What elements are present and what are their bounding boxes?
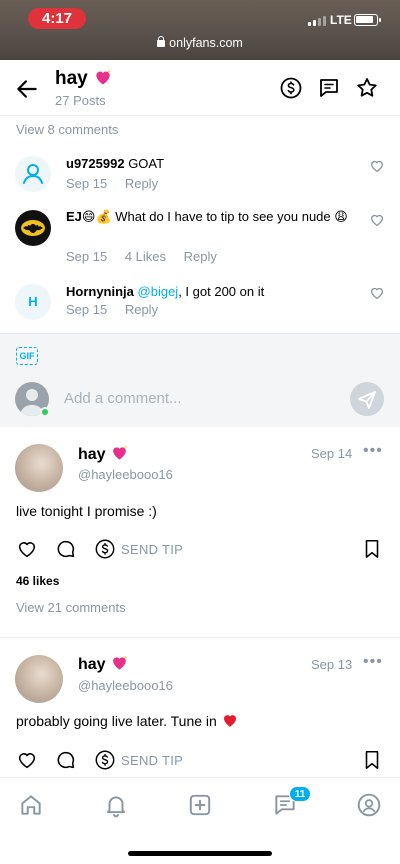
avatar[interactable]: H xyxy=(15,284,51,320)
home-icon[interactable] xyxy=(18,792,44,818)
profile-icon[interactable] xyxy=(356,792,382,818)
post-author[interactable]: hay xyxy=(78,653,129,674)
online-indicator xyxy=(40,407,50,417)
batman-avatar-icon xyxy=(21,220,45,236)
send-tip-label: SEND TIP xyxy=(121,542,184,557)
like-heart-icon[interactable] xyxy=(369,212,385,228)
post-text: live tonight I promise :) xyxy=(16,503,157,519)
like-heart-icon[interactable] xyxy=(16,749,38,771)
comment-author[interactable]: Hornyninja xyxy=(66,284,134,299)
comment-meta: Sep 15 4 Likes Reply xyxy=(66,249,231,264)
reply-link[interactable]: Reply xyxy=(125,176,158,191)
like-heart-icon[interactable] xyxy=(16,538,38,560)
reply-link[interactable]: Reply xyxy=(125,302,158,317)
status-time: 4:17 xyxy=(28,8,86,29)
send-tip-button[interactable]: SEND TIP xyxy=(94,749,183,771)
network-type: LTE xyxy=(330,13,352,27)
comment-author[interactable]: u9725992 xyxy=(66,156,125,171)
comment-bubble-icon[interactable] xyxy=(55,538,77,560)
profile-name[interactable]: hay xyxy=(55,67,113,90)
profile-name-text: hay xyxy=(55,68,88,89)
star-icon[interactable] xyxy=(355,76,379,100)
lock-icon xyxy=(157,36,166,47)
comment-date: Sep 15 xyxy=(66,176,108,191)
comment-body: , I got 200 on it xyxy=(178,284,265,299)
sparkling-heart-icon xyxy=(113,655,127,670)
post-author-name: hay xyxy=(78,446,106,463)
dollar-icon xyxy=(95,539,115,559)
post-avatar[interactable] xyxy=(15,444,63,492)
battery-icon xyxy=(354,14,381,26)
post-divider xyxy=(0,637,400,638)
signal-icon xyxy=(308,16,328,26)
home-indicator[interactable] xyxy=(128,851,272,856)
address-bar[interactable]: onlyfans.com xyxy=(0,36,400,50)
comment-text: EJ😄💰 What do I have to tip to see you nu… xyxy=(66,207,356,227)
sparkling-heart-icon xyxy=(113,445,127,460)
bookmark-icon[interactable] xyxy=(361,538,383,560)
gif-button[interactable]: GIF xyxy=(16,347,38,365)
sparkling-heart-icon xyxy=(96,69,111,85)
view-comments-link[interactable]: View 21 comments xyxy=(16,600,126,615)
comment-composer: GIF Add a comment... xyxy=(0,333,400,427)
mention-link[interactable]: @bigej xyxy=(138,284,179,299)
browser-chrome: 4:17 LTE onlyfans.com xyxy=(0,0,400,60)
post-handle[interactable]: @hayleebooo16 xyxy=(78,678,173,693)
comment-likes[interactable]: 4 Likes xyxy=(125,249,166,264)
comment-text: u9725992 GOAT xyxy=(66,154,356,174)
like-heart-icon[interactable] xyxy=(369,285,385,301)
dollar-icon xyxy=(95,750,115,770)
more-options-icon[interactable]: ••• xyxy=(363,442,383,460)
post-author-name: hay xyxy=(78,656,106,673)
bell-icon[interactable] xyxy=(103,792,129,818)
comment-input[interactable]: Add a comment... xyxy=(64,390,182,407)
like-heart-icon[interactable] xyxy=(369,158,385,174)
posts-count: 27 Posts xyxy=(55,93,106,108)
post-date: Sep 14 xyxy=(311,446,353,461)
send-tip-label: SEND TIP xyxy=(121,753,184,768)
post-avatar[interactable] xyxy=(15,655,63,703)
view-more-comments-link[interactable]: View 8 comments xyxy=(16,122,118,137)
post-author[interactable]: hay xyxy=(78,443,129,464)
bookmark-icon[interactable] xyxy=(361,749,383,771)
dollar-icon[interactable] xyxy=(279,76,303,100)
message-icon[interactable] xyxy=(317,76,341,100)
avatar[interactable] xyxy=(15,156,51,192)
post-handle[interactable]: @hayleebooo16 xyxy=(78,467,173,482)
reply-link[interactable]: Reply xyxy=(184,249,217,264)
comment-bubble-icon[interactable] xyxy=(55,749,77,771)
avatar[interactable] xyxy=(15,210,51,246)
profile-header: hay 27 Posts xyxy=(0,60,400,116)
post-text-body: probably going live later. Tune in xyxy=(16,713,217,729)
post-text: probably going live later. Tune in xyxy=(16,711,239,729)
comment-meta: Sep 15 Reply xyxy=(66,302,172,317)
back-arrow-icon[interactable] xyxy=(14,76,40,102)
comment-body: What do I have to tip to see you nude 😩 xyxy=(115,209,348,224)
send-tip-button[interactable]: SEND TIP xyxy=(94,538,183,560)
comment-body: GOAT xyxy=(128,156,165,171)
person-icon xyxy=(23,164,43,184)
url-text: onlyfans.com xyxy=(169,36,243,50)
messages-badge: 11 xyxy=(289,786,311,802)
send-button[interactable] xyxy=(350,382,384,416)
comment-meta: Sep 15 Reply xyxy=(66,176,172,191)
post-date: Sep 13 xyxy=(311,657,353,672)
red-heart-icon xyxy=(223,715,236,727)
comment-author[interactable]: EJ😄💰 xyxy=(66,209,112,224)
comment-text: Hornyninja @bigej, I got 200 on it xyxy=(66,282,356,302)
comment-date: Sep 15 xyxy=(66,302,108,317)
comment-date: Sep 15 xyxy=(66,249,108,264)
send-icon xyxy=(358,391,376,409)
more-options-icon[interactable]: ••• xyxy=(363,653,383,671)
likes-count[interactable]: 46 likes xyxy=(16,574,59,588)
add-post-icon[interactable] xyxy=(187,792,213,818)
